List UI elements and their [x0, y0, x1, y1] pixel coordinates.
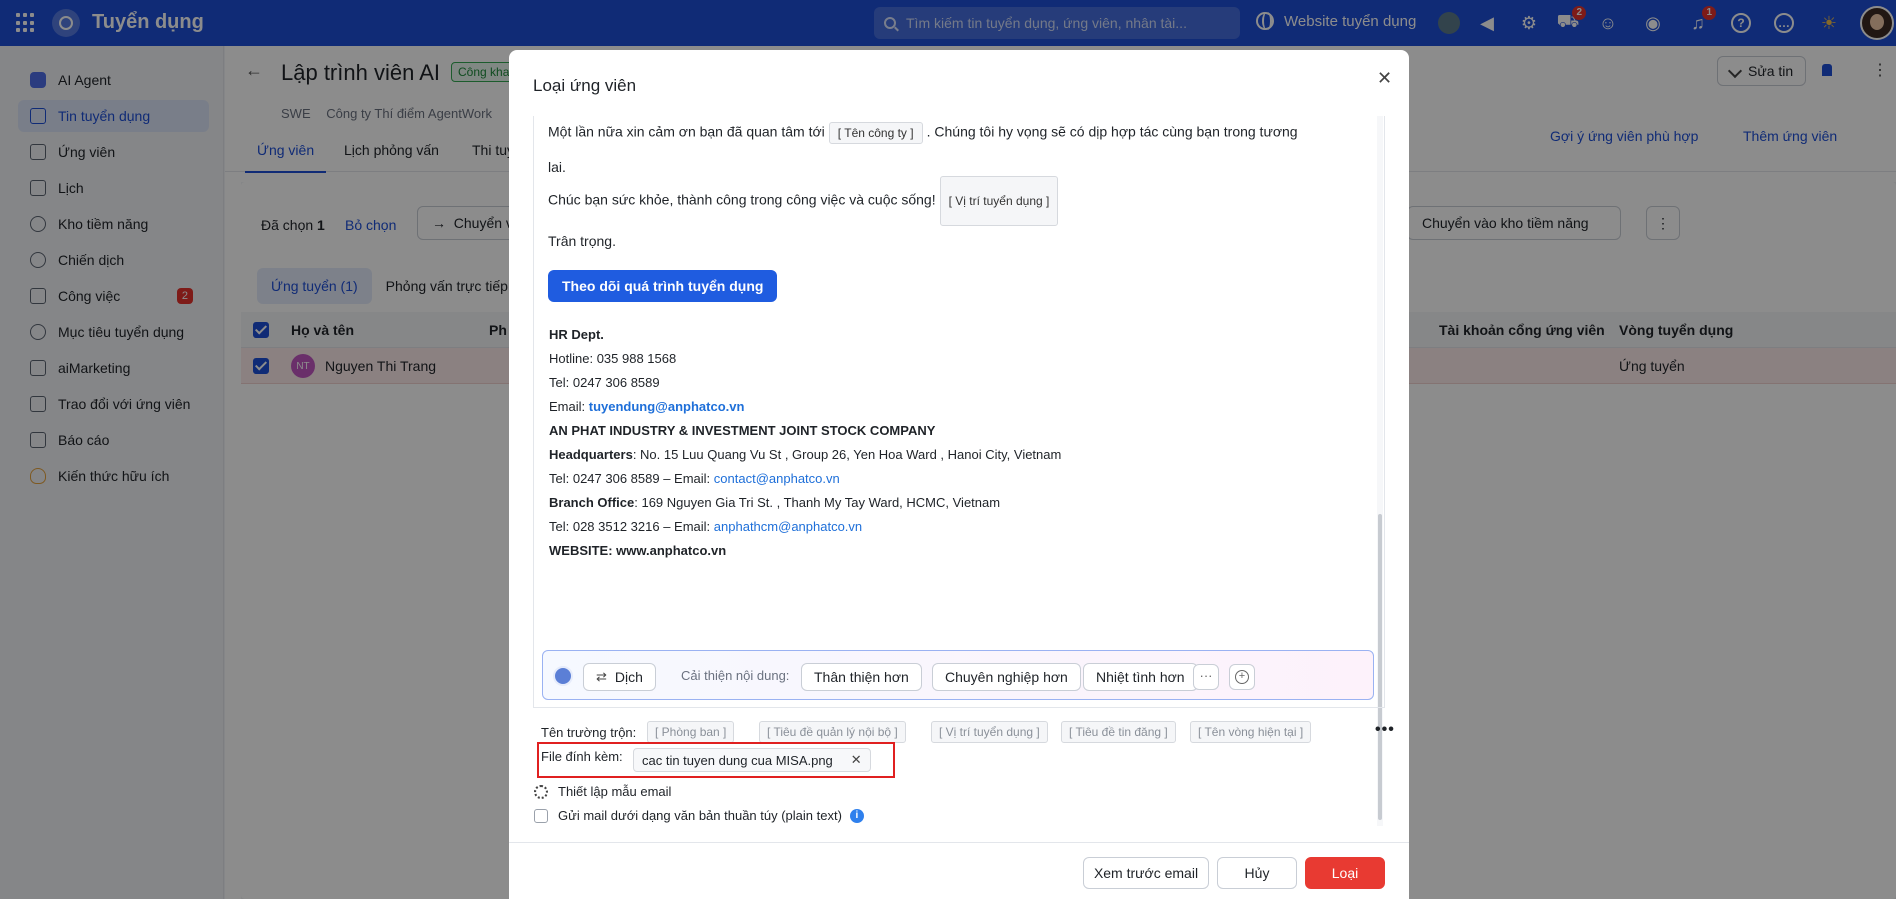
modal-footer: Xem trước email Hủy Loại — [509, 842, 1409, 899]
ai-assistant-icon — [553, 666, 573, 686]
sig-tel: Tel: 0247 306 8589 — [549, 375, 660, 390]
remove-attachment-icon[interactable]: ✕ — [851, 752, 862, 768]
merge-field-department[interactable]: [ Phòng ban ] — [647, 721, 735, 743]
attachment-file-name: cac tin tuyen dung cua MISA.png — [642, 752, 833, 768]
ai-more-button[interactable]: ··· — [1193, 664, 1219, 690]
more-enthusiastic-button[interactable]: Nhiệt tình hơn — [1083, 663, 1198, 691]
merge-field-internal-title[interactable]: [ Tiêu đề quản lý nội bộ ] — [759, 721, 906, 743]
attachment-label: File đính kèm: — [541, 749, 623, 764]
sig-website: WEBSITE: www.anphatco.vn — [549, 543, 727, 558]
body-line-thanks-cont: lai. — [548, 159, 566, 175]
merge-fields-label: Tên trường trộn: — [541, 725, 637, 740]
sig-branch: Branch Office: 169 Nguyen Gia Tri St. , … — [549, 495, 1001, 510]
sig-company: AN PHAT INDUSTRY & INVESTMENT JOINT STOC… — [549, 423, 936, 438]
merge-tag-company: [ Tên công ty ] — [828, 122, 923, 144]
sig-branch-email-link[interactable]: anphathcm@anphatco.vn — [714, 519, 862, 534]
improve-content-label: Cải thiện nội dung: — [681, 668, 790, 683]
sig-hq-contact: Tel: 0247 306 8589 – Email: contact@anph… — [549, 471, 840, 486]
close-icon[interactable]: ✕ — [1377, 68, 1392, 89]
merge-tag-position: [ Vị trí tuyển dụng ] — [939, 176, 1059, 226]
sig-hq-email-link[interactable]: contact@anphatco.vn — [714, 471, 840, 486]
reject-candidate-modal: Loại ứng viên ✕ Một lần nữa xin cảm ơn b… — [509, 50, 1409, 899]
track-recruitment-button[interactable]: Theo dõi quá trình tuyển dụng — [548, 270, 778, 302]
merge-field-position[interactable]: [ Vị trí tuyển dụng ] — [931, 721, 1048, 743]
attachment-file-chip[interactable]: cac tin tuyen dung cua MISA.png ✕ — [633, 748, 871, 772]
plus-circle-icon: + — [1235, 670, 1249, 684]
plain-text-option[interactable]: Gửi mail dưới dạng văn bản thuần túy (pl… — [534, 808, 864, 823]
sig-email-link[interactable]: tuyendung@anphatco.vn — [589, 399, 745, 414]
ai-add-button[interactable]: + — [1229, 664, 1255, 690]
body-line-wish: Chúc bạn sức khỏe, thành công trong công… — [548, 176, 1062, 226]
reject-button[interactable]: Loại — [1305, 857, 1385, 889]
plain-text-checkbox[interactable] — [534, 808, 548, 823]
preview-email-button[interactable]: Xem trước email — [1083, 857, 1209, 889]
cancel-button[interactable]: Hủy — [1217, 857, 1297, 889]
email-body-editor[interactable]: Một lần nữa xin cảm ơn bạn đã quan tâm t… — [533, 116, 1385, 708]
body-line-regards: Trân trọng. — [548, 233, 616, 249]
plain-text-label: Gửi mail dưới dạng văn bản thuần túy (pl… — [558, 808, 842, 823]
modal-title: Loại ứng viên — [533, 76, 637, 95]
translate-icon: ⇄ — [596, 669, 607, 684]
merge-field-current-stage[interactable]: [ Tên vòng hiện tại ] — [1190, 721, 1312, 743]
sig-hotline: Hotline: 035 988 1568 — [549, 351, 677, 366]
ai-assist-bar: ⇄ Dịch Cải thiện nội dung: Thân thiện hơn… — [542, 650, 1374, 700]
body-line-thanks: Một lần nữa xin cảm ơn bạn đã quan tâm t… — [548, 122, 1298, 144]
merge-field-post-title[interactable]: [ Tiêu đề tin đăng ] — [1061, 721, 1176, 743]
more-professional-button[interactable]: Chuyên nghiệp hơn — [932, 663, 1081, 691]
more-merge-fields-icon[interactable]: ••• — [1375, 721, 1395, 739]
email-template-settings[interactable]: Thiết lập mẫu email — [534, 784, 671, 799]
sig-hq: Headquarters: No. 15 Luu Quang Vu St , G… — [549, 447, 1062, 462]
settings-gear-icon — [534, 784, 548, 799]
friendlier-button[interactable]: Thân thiện hơn — [801, 663, 922, 691]
info-icon[interactable]: i — [849, 808, 864, 823]
sig-dept: HR Dept. — [549, 327, 604, 342]
sig-email: Email: tuyendung@anphatco.vn — [549, 399, 745, 414]
sig-branch-contact: Tel: 028 3512 3216 – Email: anphathcm@an… — [549, 519, 863, 534]
translate-button[interactable]: ⇄ Dịch — [583, 663, 656, 691]
